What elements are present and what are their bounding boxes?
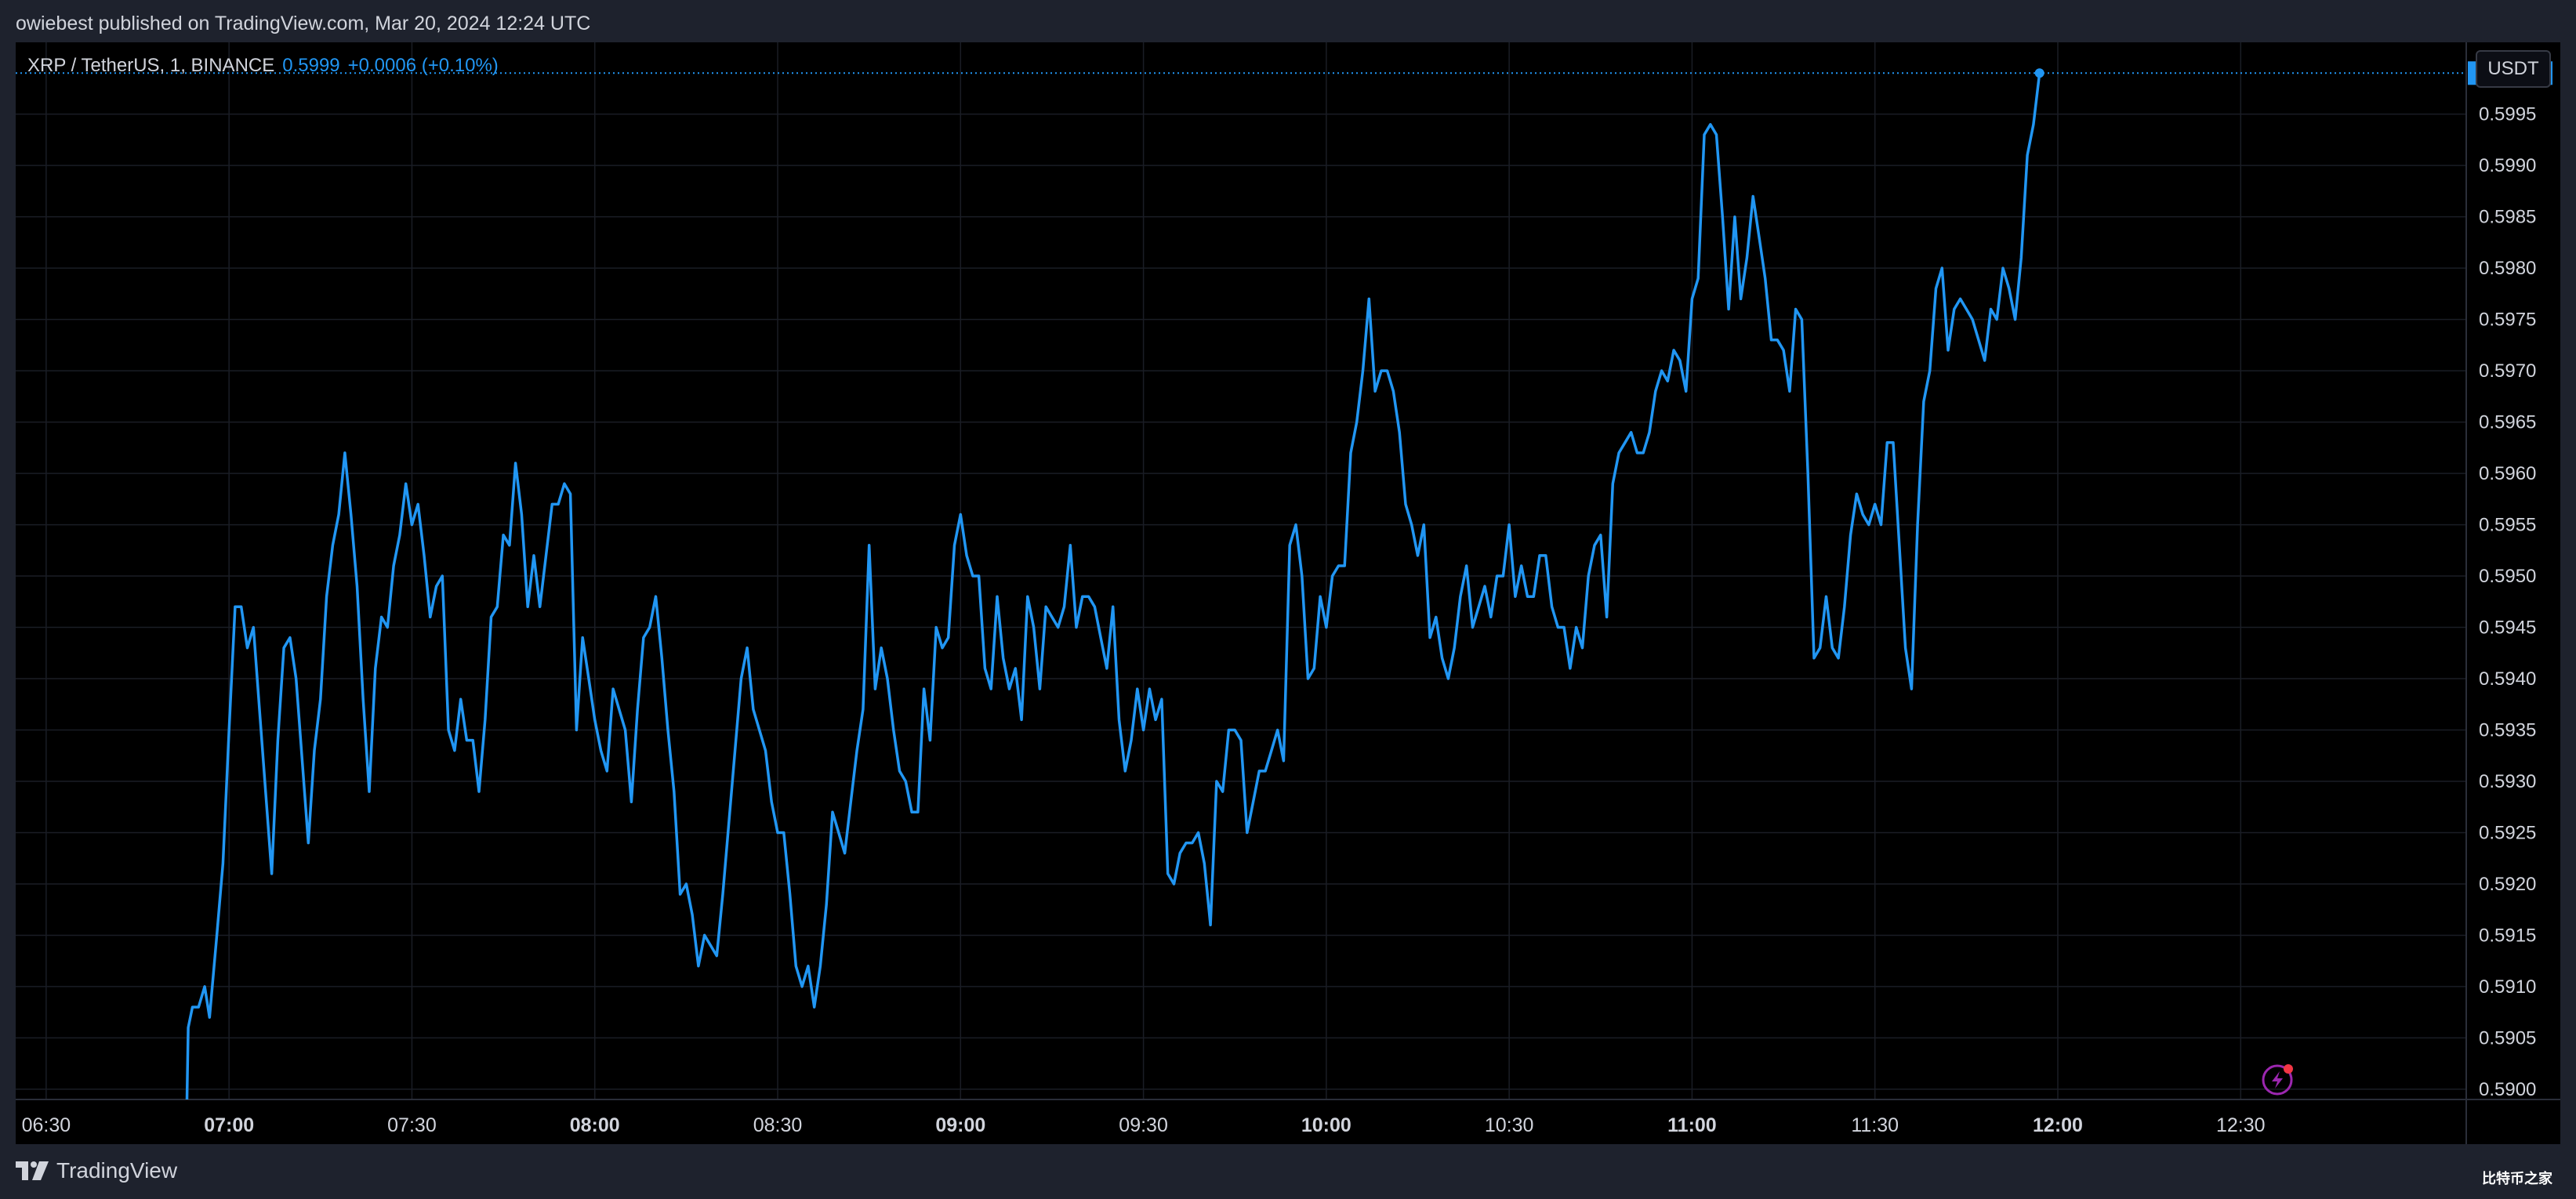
- symbol-name[interactable]: XRP / TetherUS, 1, BINANCE: [27, 55, 274, 76]
- symbol-legend: XRP / TetherUS, 1, BINANCE 0.5999 +0.0006 …: [27, 55, 499, 77]
- chart-series: [16, 68, 2466, 1100]
- x-tick-label: 12:30: [2216, 1114, 2266, 1136]
- y-tick-label: 0.5930: [2479, 771, 2536, 792]
- brand-text: TradingView: [56, 1158, 178, 1183]
- y-tick-label: 0.5920: [2479, 874, 2536, 895]
- watermark-text: 比特币之家: [2482, 1171, 2552, 1186]
- y-tick-label: 0.5975: [2479, 310, 2536, 331]
- chart-area[interactable]: 0.5900 0.5905 0.5910 0.5915 0.5920 0.5925 0.59…: [16, 42, 2560, 1144]
- y-tick-label: 0.5905: [2479, 1027, 2536, 1049]
- y-tick-label: 0.5960: [2479, 463, 2536, 484]
- y-tick-label: 0.5985: [2479, 207, 2536, 228]
- tradingview-brand[interactable]: TradingView: [16, 1158, 177, 1183]
- x-tick-label: 11:30: [1851, 1114, 1899, 1136]
- y-tick-label: 0.5940: [2479, 668, 2536, 690]
- x-tick-label: 09:00: [935, 1114, 985, 1136]
- y-tick-label: 0.5950: [2479, 566, 2536, 587]
- y-tick-label: 0.5945: [2479, 618, 2536, 639]
- x-tick-label: 06:30: [22, 1114, 71, 1136]
- y-tick-label: 0.5990: [2479, 155, 2536, 176]
- tradingview-logo-icon: [16, 1161, 49, 1180]
- x-tick-label: 10:30: [1485, 1114, 1534, 1136]
- legend-price: 0.5999: [282, 55, 340, 76]
- x-tick-label: 07:30: [387, 1114, 437, 1136]
- price-chart[interactable]: 0.5900 0.5905 0.5910 0.5915 0.5920 0.5925 0.59…: [16, 42, 2560, 1144]
- y-tick-label: 0.5970: [2479, 360, 2536, 382]
- x-tick-label: 10:00: [1301, 1114, 1351, 1136]
- chart-grid: [16, 42, 2466, 1099]
- x-tick-label: 11:00: [1667, 1114, 1717, 1136]
- last-point-marker: [2034, 68, 2044, 78]
- x-tick-label: 08:30: [753, 1114, 803, 1136]
- y-tick-label: 0.5995: [2479, 104, 2536, 125]
- price-line: [185, 73, 2041, 1100]
- y-tick-label: 0.5910: [2479, 976, 2536, 998]
- publisher-header: owiebest published on TradingView.com, M…: [16, 13, 591, 34]
- y-tick-label: 0.5900: [2479, 1079, 2536, 1100]
- x-tick-label: 09:30: [1119, 1114, 1168, 1136]
- y-tick-label: 0.5955: [2479, 515, 2536, 536]
- y-tick-label: 0.5935: [2479, 720, 2536, 741]
- y-tick-label: 0.5925: [2479, 822, 2536, 843]
- x-tick-label: 08:00: [570, 1114, 620, 1136]
- y-tick-label: 0.5980: [2479, 258, 2536, 279]
- x-tick-label: 12:00: [2033, 1114, 2083, 1136]
- currency-button[interactable]: USDT: [2476, 50, 2551, 88]
- y-tick-label: 0.5915: [2479, 925, 2536, 946]
- legend-change: +0.0006 (+0.10%): [347, 55, 499, 76]
- y-tick-label: 0.5965: [2479, 412, 2536, 433]
- x-tick-label: 07:00: [204, 1114, 254, 1136]
